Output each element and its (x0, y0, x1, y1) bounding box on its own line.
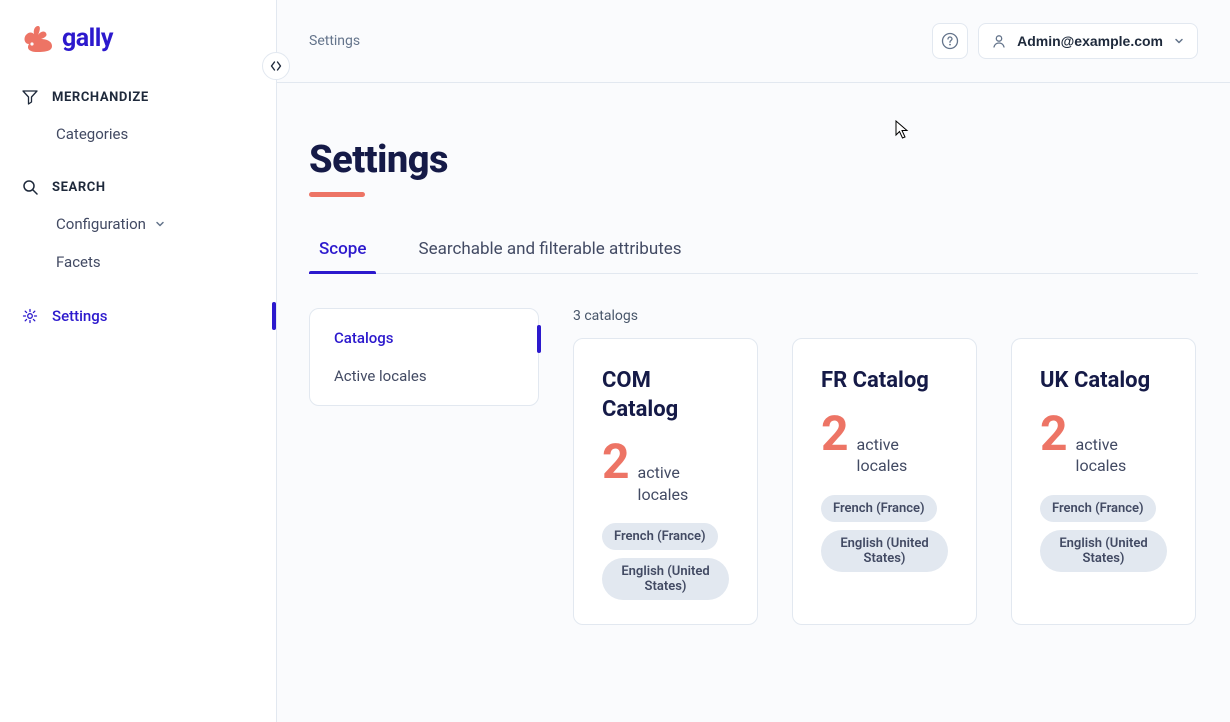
logo-text: gally (62, 24, 113, 53)
catalog-cards: COM Catalog 2 active locales French (Fra… (573, 338, 1198, 625)
filter-icon (22, 89, 38, 105)
locale-chip: French (France) (1040, 495, 1156, 522)
logo[interactable]: gally (0, 0, 276, 71)
scope-submenu: Catalogs Active locales (309, 308, 539, 406)
nav-section-label: SEARCH (52, 180, 106, 195)
user-icon (991, 33, 1007, 49)
nav-item-label: Settings (52, 307, 108, 325)
help-button[interactable] (932, 23, 968, 59)
catalog-locale-count-text: active locales (857, 434, 948, 477)
nav-item-facets[interactable]: Facets (0, 243, 276, 281)
submenu-item-active-locales[interactable]: Active locales (310, 357, 538, 395)
nav-item-configuration[interactable]: Configuration (0, 205, 276, 243)
catalog-card-title: COM Catalog (602, 367, 729, 424)
catalog-locale-count: 2 (1040, 410, 1068, 458)
catalog-card-title: FR Catalog (821, 367, 948, 396)
submenu-active-indicator (537, 325, 541, 353)
page-title: Settings (309, 138, 1198, 182)
user-menu-button[interactable]: Admin@example.com (978, 23, 1198, 59)
tab-attributes[interactable]: Searchable and filterable attributes (408, 231, 691, 273)
nav-section-search[interactable]: SEARCH (0, 169, 276, 205)
catalog-count-label: 3 catalogs (573, 308, 1198, 324)
catalog-locale-count-text: active locales (1076, 434, 1167, 477)
tabs: Scope Searchable and filterable attribut… (309, 231, 1198, 274)
catalog-locale-count-text: active locales (638, 462, 729, 505)
title-underline (309, 192, 365, 197)
content: Settings Scope Searchable and filterable… (277, 83, 1230, 722)
gear-icon (22, 308, 38, 324)
user-email: Admin@example.com (1017, 33, 1163, 49)
nav: MERCHANDIZE Categories SEARCH Configurat… (0, 71, 276, 343)
catalog-locale-count: 2 (602, 438, 630, 486)
catalog-area: 3 catalogs COM Catalog 2 active locales … (573, 308, 1198, 625)
submenu-item-catalogs[interactable]: Catalogs (310, 319, 538, 357)
breadcrumb: Settings (309, 33, 360, 49)
nav-item-categories[interactable]: Categories (0, 115, 276, 153)
locale-chip: French (France) (602, 523, 718, 550)
search-icon (22, 179, 38, 195)
help-icon (941, 32, 959, 50)
nav-item-label: Categories (56, 125, 128, 143)
locale-chip: English (United States) (602, 558, 729, 600)
locale-chip: English (United States) (821, 530, 948, 572)
nav-item-label: Configuration (56, 215, 146, 233)
catalog-locale-count: 2 (821, 410, 849, 458)
nav-item-settings[interactable]: Settings (0, 297, 276, 335)
bunny-icon (22, 25, 54, 53)
catalog-card[interactable]: FR Catalog 2 active locales French (Fran… (792, 338, 977, 625)
topbar: Settings Admin@example.com (277, 0, 1230, 83)
locale-chip: English (United States) (1040, 530, 1167, 572)
main: Settings Admin@example.com Settings Scop… (277, 0, 1230, 722)
tab-scope[interactable]: Scope (309, 231, 376, 273)
chevron-down-icon (1173, 35, 1185, 47)
chevron-down-icon (154, 218, 166, 230)
locale-chip: French (France) (821, 495, 937, 522)
nav-section-merchandize[interactable]: MERCHANDIZE (0, 79, 276, 115)
sidebar: gally MERCHANDIZE Categories SEARCH Conf… (0, 0, 277, 722)
nav-item-label: Facets (56, 253, 101, 271)
catalog-card[interactable]: COM Catalog 2 active locales French (Fra… (573, 338, 758, 625)
sidebar-collapse-button[interactable] (262, 52, 290, 80)
nav-section-label: MERCHANDIZE (52, 90, 149, 105)
catalog-card-title: UK Catalog (1040, 367, 1167, 396)
chevrons-icon (269, 59, 283, 73)
catalog-card[interactable]: UK Catalog 2 active locales French (Fran… (1011, 338, 1196, 625)
